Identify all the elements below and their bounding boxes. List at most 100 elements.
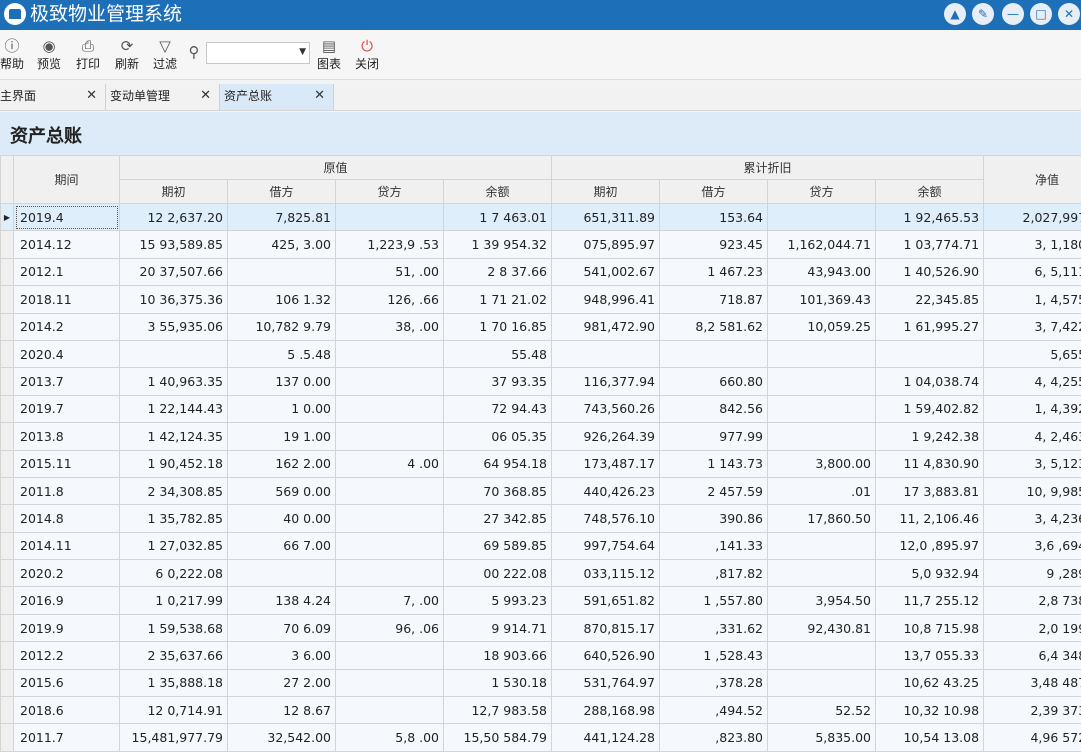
- tab-asset-ledger[interactable]: 资产总账 ✕: [220, 84, 334, 110]
- ad-credit-cell[interactable]: [767, 641, 877, 670]
- ov-opening-cell[interactable]: 3 55,935.06: [119, 312, 228, 341]
- ad-credit-cell[interactable]: [767, 422, 877, 451]
- row-indicator[interactable]: [0, 613, 14, 643]
- ad-credit-cell[interactable]: [767, 202, 877, 232]
- net-value-cell[interactable]: 3, 1,180.00: [983, 230, 1081, 259]
- ad-debit-cell[interactable]: 660.80: [659, 367, 769, 396]
- row-indicator[interactable]: [0, 696, 14, 725]
- ad-debit-cell[interactable]: 718.87: [659, 285, 769, 314]
- table-row[interactable]: 2012.2 2 35,637.66 3 6.00 18 903.66 640,526.…: [0, 641, 1081, 670]
- row-indicator[interactable]: [0, 257, 14, 287]
- ov-opening-cell[interactable]: 15,481,977.79: [119, 723, 228, 752]
- period-cell[interactable]: 2020.2: [13, 559, 120, 588]
- ov-balance-cell[interactable]: 1 70 16.85: [442, 312, 553, 341]
- ov-credit-cell[interactable]: [335, 696, 444, 725]
- row-indicator[interactable]: [0, 339, 14, 369]
- net-value-cell[interactable]: 3, 7,422.00: [983, 312, 1081, 341]
- ad-balance-cell[interactable]: 12,0 ,895.97: [875, 531, 985, 561]
- ad-balance-cell[interactable]: 17 3,883.81: [875, 476, 985, 506]
- ad-balance-cell[interactable]: 1 40,526.90: [875, 257, 985, 287]
- period-cell[interactable]: 2019.4: [13, 202, 120, 232]
- ov-debit-cell[interactable]: 27 2.00: [227, 668, 336, 698]
- ov-opening-cell[interactable]: 1 42,124.35: [119, 422, 228, 451]
- search-icon[interactable]: ⚲: [184, 42, 204, 64]
- ad-balance-cell[interactable]: 10,62 43.25: [875, 668, 985, 698]
- ov-credit-cell[interactable]: [335, 531, 444, 561]
- col-ad-credit-header[interactable]: 贷方: [767, 179, 877, 204]
- skin-shirt-icon[interactable]: ▲: [944, 3, 966, 25]
- ad-credit-cell[interactable]: [767, 559, 877, 588]
- ov-balance-cell[interactable]: 1 39 954.32: [442, 230, 553, 259]
- period-cell[interactable]: 2011.8: [13, 476, 120, 506]
- table-row[interactable]: 2014.11 1 27,032.85 66 7.00 69 589.85 997,75…: [0, 531, 1081, 561]
- ad-credit-cell[interactable]: 17,860.50: [767, 504, 877, 533]
- row-indicator[interactable]: [0, 312, 14, 341]
- row-indicator[interactable]: [0, 476, 14, 506]
- ov-credit-cell[interactable]: 38, .00: [335, 312, 444, 341]
- ov-balance-cell[interactable]: 70 368.85: [442, 476, 553, 506]
- ad-balance-cell[interactable]: [875, 339, 985, 369]
- row-indicator[interactable]: [0, 449, 14, 478]
- period-cell[interactable]: 2015.6: [13, 668, 120, 698]
- ad-credit-cell[interactable]: 101,369.43: [767, 285, 877, 314]
- ad-debit-cell[interactable]: ,141.33: [659, 531, 769, 561]
- ad-debit-cell[interactable]: 1 ,528.43: [659, 641, 769, 670]
- net-value-cell[interactable]: 2,8 738.00: [983, 586, 1081, 615]
- col-period-header[interactable]: 期间: [13, 155, 120, 204]
- ad-debit-cell[interactable]: 842.56: [659, 394, 769, 424]
- ad-debit-cell[interactable]: [659, 339, 769, 369]
- ad-credit-cell[interactable]: 43,943.00: [767, 257, 877, 287]
- ov-balance-cell[interactable]: 1 530.18: [442, 668, 553, 698]
- ad-debit-cell[interactable]: ,494.52: [659, 696, 769, 725]
- ov-balance-cell[interactable]: 1 71 21.02: [442, 285, 553, 314]
- ad-balance-cell[interactable]: 22,345.85: [875, 285, 985, 314]
- ad-opening-cell[interactable]: 173,487.17: [551, 449, 661, 478]
- ov-debit-cell[interactable]: 5 .5.48: [227, 339, 336, 369]
- col-ov-balance-header[interactable]: 余额: [442, 179, 553, 204]
- table-row[interactable]: 2013.7 1 40,963.35 137 0.00 37 93.35 116,377…: [0, 367, 1081, 396]
- table-row[interactable]: 2018.6 12 0,714.91 12 8.67 12,7 983.58 288,1…: [0, 696, 1081, 725]
- ov-opening-cell[interactable]: 1 59,538.68: [119, 613, 228, 643]
- ad-credit-cell[interactable]: .01: [767, 476, 877, 506]
- ad-balance-cell[interactable]: 11, 2,106.46: [875, 504, 985, 533]
- period-cell[interactable]: 2014.8: [13, 504, 120, 533]
- row-indicator[interactable]: [0, 367, 14, 396]
- ad-debit-cell[interactable]: 977.99: [659, 422, 769, 451]
- net-value-cell[interactable]: 4, 2,463.00: [983, 422, 1081, 451]
- ad-opening-cell[interactable]: [551, 339, 661, 369]
- ad-debit-cell[interactable]: 390.86: [659, 504, 769, 533]
- row-indicator[interactable]: [0, 285, 14, 314]
- ov-credit-cell[interactable]: 51, .00: [335, 257, 444, 287]
- ov-balance-cell[interactable]: 27 342.85: [442, 504, 553, 533]
- period-cell[interactable]: 2014.11: [13, 531, 120, 561]
- ov-debit-cell[interactable]: 425, 3.00: [227, 230, 336, 259]
- period-cell[interactable]: 2018.6: [13, 696, 120, 725]
- ov-debit-cell[interactable]: 1 0.00: [227, 394, 336, 424]
- maximize-button[interactable]: □: [1030, 3, 1052, 25]
- table-row[interactable]: ▶ 2019.4 12 2,637.20 7,825.81 1 7 463.01 651,…: [0, 202, 1081, 232]
- close-button[interactable]: ⏻ 关闭: [352, 36, 382, 76]
- ad-opening-cell[interactable]: 116,377.94: [551, 367, 661, 396]
- row-indicator[interactable]: [0, 668, 14, 698]
- search-combobox[interactable]: ▼: [206, 42, 310, 64]
- ov-debit-cell[interactable]: 40 0.00: [227, 504, 336, 533]
- ad-balance-cell[interactable]: 10,8 715.98: [875, 613, 985, 643]
- table-row[interactable]: 2014.8 1 35,782.85 40 0.00 27 342.85 748,576…: [0, 504, 1081, 533]
- ov-balance-cell[interactable]: 1 7 463.01: [442, 202, 553, 232]
- ov-opening-cell[interactable]: 1 27,032.85: [119, 531, 228, 561]
- ad-credit-cell[interactable]: [767, 394, 877, 424]
- table-row[interactable]: 2014.2 3 55,935.06 10,782 9.79 38, .00 1 70 …: [0, 312, 1081, 341]
- period-cell[interactable]: 2015.11: [13, 449, 120, 478]
- ov-credit-cell[interactable]: 126, .66: [335, 285, 444, 314]
- tab-close-icon[interactable]: ✕: [314, 84, 325, 108]
- ov-opening-cell[interactable]: 1 35,888.18: [119, 668, 228, 698]
- tab-close-icon[interactable]: ✕: [200, 84, 211, 108]
- ad-balance-cell[interactable]: 1 92,465.53: [875, 202, 985, 232]
- ov-credit-cell[interactable]: [335, 476, 444, 506]
- ov-debit-cell[interactable]: [227, 559, 336, 588]
- table-row[interactable]: 2011.8 2 34,308.85 569 0.00 70 368.85 440,42…: [0, 476, 1081, 506]
- ov-credit-cell[interactable]: [335, 367, 444, 396]
- ov-balance-cell[interactable]: 2 8 37.66: [442, 257, 553, 287]
- ad-credit-cell[interactable]: [767, 367, 877, 396]
- ov-credit-cell[interactable]: [335, 559, 444, 588]
